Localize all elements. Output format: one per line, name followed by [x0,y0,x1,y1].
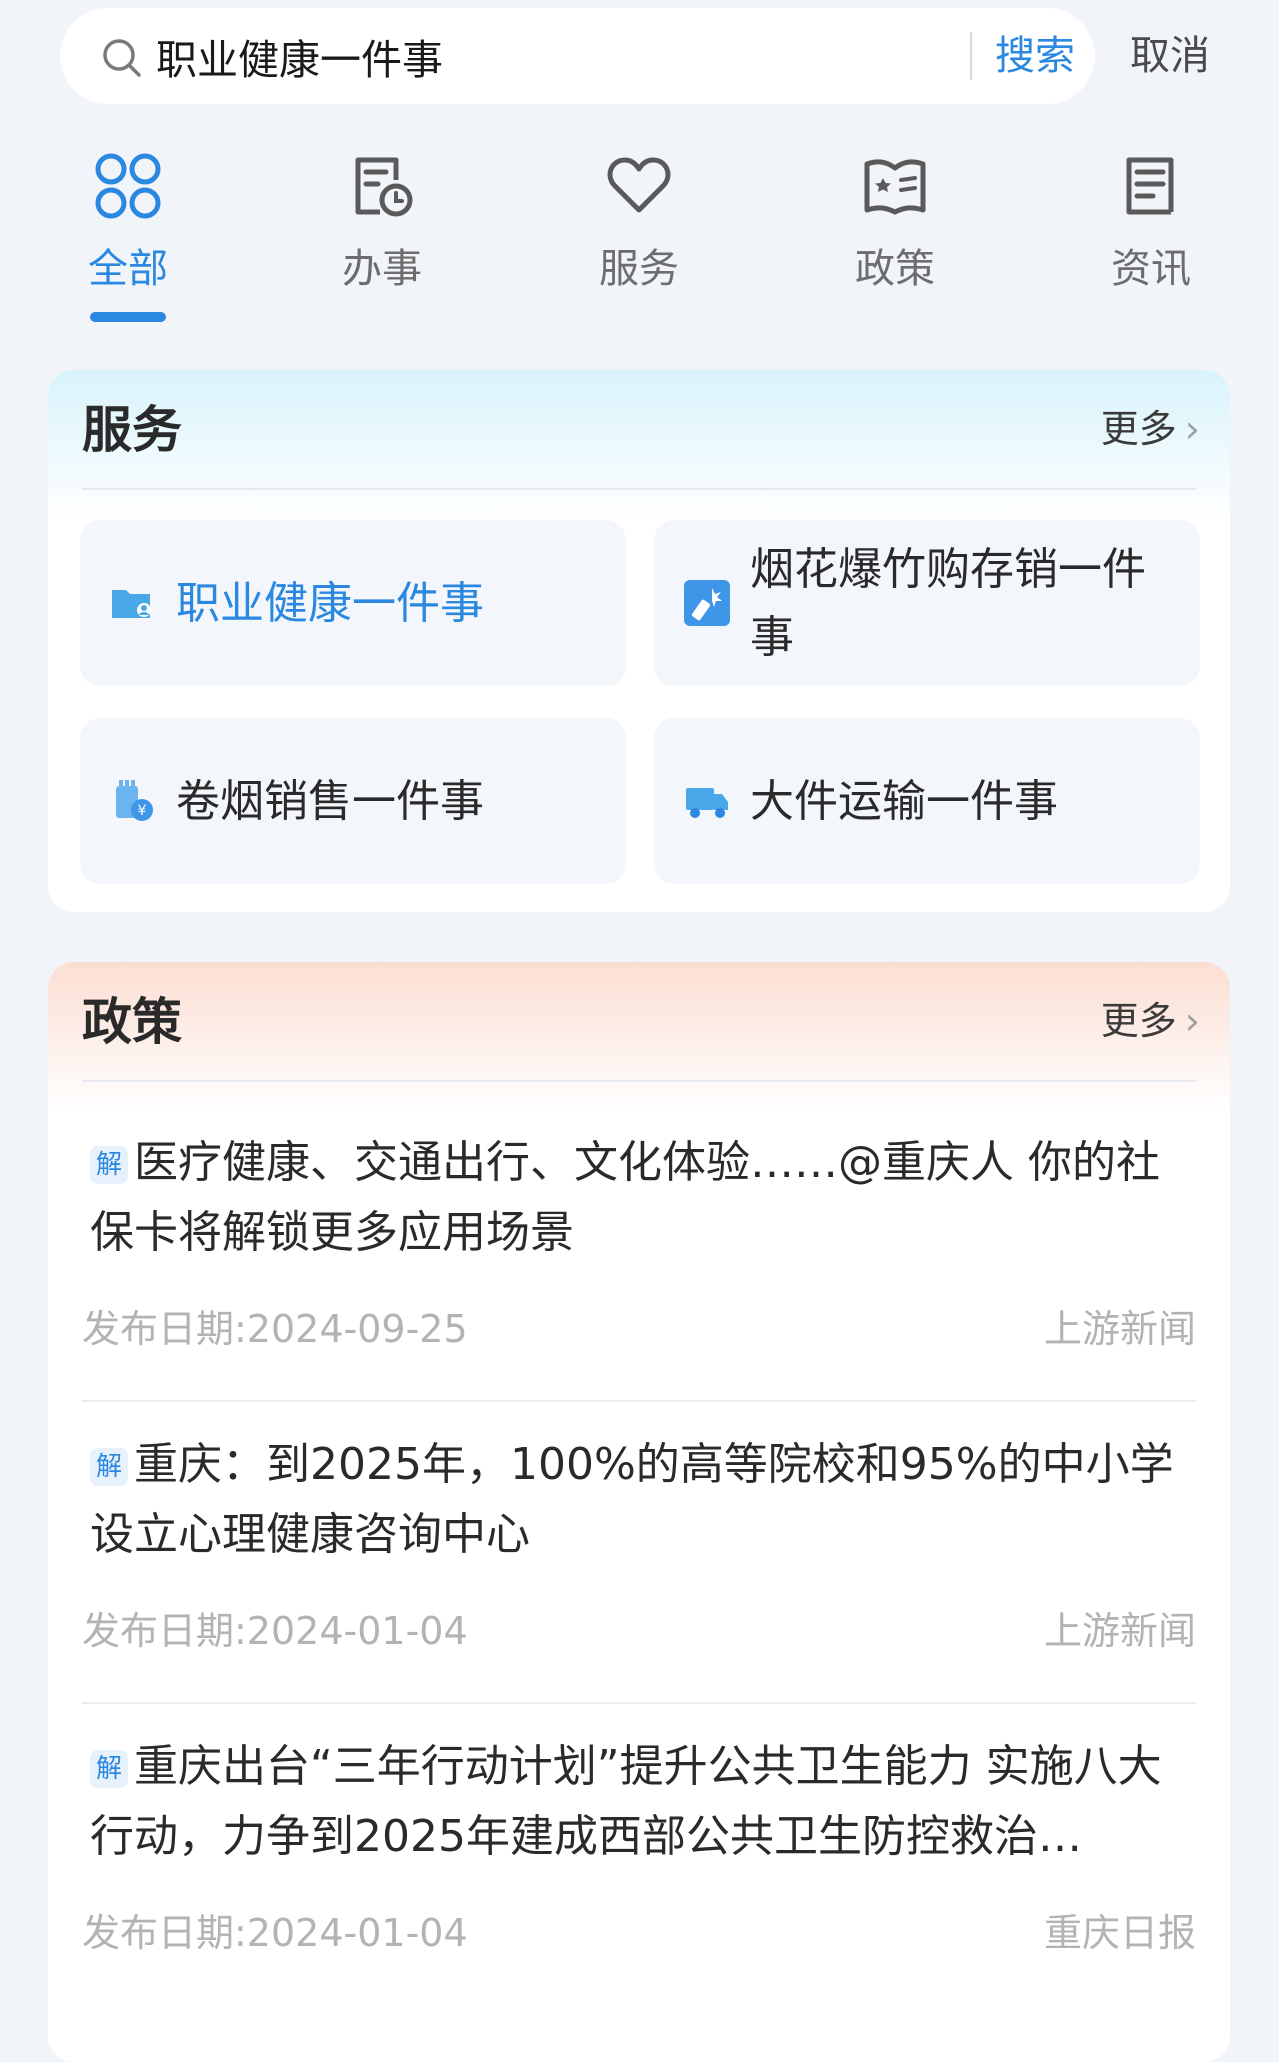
policy-more-link[interactable]: 更多 › [1101,990,1200,1045]
services-header: 服务 更多 › [48,370,1230,488]
policy-item-title: 解重庆出台“三年行动计划”提升公共卫生能力 实施八大行动，力争到2025年建成西… [90,1732,1196,1872]
interpretation-badge: 解 [90,1750,128,1788]
search-button[interactable]: 搜索 [995,26,1075,86]
document-clock-icon [355,157,413,217]
policy-item[interactable]: 解医疗健康、交通出行、文化体验……@重庆人 你的社保卡将解锁更多应用场景 发布日… [82,1128,1196,1388]
interpretation-badge: 解 [90,1448,128,1486]
tab-label: 办事 [342,246,422,292]
search-icon [103,39,141,77]
cigarette-yen-icon: ¥ [116,780,153,821]
policy-item-title-text: 医疗健康、交通出行、文化体验……@重庆人 你的社保卡将解锁更多应用场景 [90,1137,1160,1258]
tab-label: 服务 [599,246,679,292]
tab-label: 全部 [88,246,168,292]
policy-item[interactable]: 解重庆：到2025年，100%的高等院校和95%的中小学设立心理健康咨询中心 发… [82,1430,1196,1690]
grid-icon [95,153,161,219]
interpretation-badge: 解 [90,1146,128,1184]
service-tile-fireworks[interactable]: 烟花爆竹购存销一件事 [654,520,1200,686]
publish-date: 发布日期:2024-09-25 [82,1307,468,1351]
service-tile-large-transport[interactable]: 大件运输一件事 [654,718,1200,884]
search-input[interactable] [156,28,1006,84]
service-label: 烟花爆竹购存销一件事 [750,544,1146,663]
divider [82,488,1196,490]
search-divider [970,32,972,80]
tab-services[interactable]: 服务 [559,150,719,294]
firecracker-icon [684,580,730,626]
folder-person-icon [112,590,151,618]
policy-title: 政策 [82,993,182,1051]
category-tabs: 全部 办事 服务 政策 资讯 [0,150,1279,330]
tab-all[interactable]: 全部 [48,150,208,294]
policy-header: 政策 更多 › [48,962,1230,1080]
chevron-right-icon: › [1184,407,1200,451]
divider [82,1080,1196,1082]
publish-date: 发布日期:2024-01-04 [82,1609,468,1653]
tab-news[interactable]: 资讯 [1071,150,1231,294]
search-bar: 搜索 [60,8,1095,104]
policy-card: 政策 更多 › 解医疗健康、交通出行、文化体验……@重庆人 你的社保卡将解锁更多应… [48,962,1230,2062]
publish-date: 发布日期:2024-01-04 [82,1911,468,1955]
service-label: 职业健康一件事 [176,578,484,629]
service-tile-occupational-health[interactable]: 职业健康一件事 [80,520,626,686]
truck-icon [686,788,728,818]
service-label: 大件运输一件事 [750,776,1058,827]
news-source: 上游新闻 [1043,1307,1196,1351]
tab-policy[interactable]: 政策 [815,150,975,294]
cancel-button[interactable]: 取消 [1130,26,1210,86]
more-label: 更多 [1100,407,1177,451]
policy-item-title-text: 重庆：到2025年，100%的高等院校和95%的中小学设立心理健康咨询中心 [90,1439,1174,1560]
news-source: 重庆日报 [1043,1911,1196,1955]
policy-item-title: 解医疗健康、交通出行、文化体验……@重庆人 你的社保卡将解锁更多应用场景 [90,1128,1196,1268]
divider [82,1400,1196,1402]
chevron-right-icon: › [1184,999,1200,1043]
policy-item[interactable]: 解重庆出台“三年行动计划”提升公共卫生能力 实施八大行动，力争到2025年建成西… [82,1732,1196,1992]
tab-label: 资讯 [1111,246,1191,292]
tab-label: 政策 [855,246,935,292]
services-card: 服务 更多 › 职业健康一件事 烟花爆竹购存销一件事 ¥ 卷烟销售一件事 大件运… [48,370,1230,912]
divider [82,1702,1196,1704]
news-source: 上游新闻 [1043,1609,1196,1653]
news-icon [1126,157,1174,215]
heart-icon [607,157,671,213]
book-star-icon [864,159,926,215]
service-tile-cigarette-sales[interactable]: ¥ 卷烟销售一件事 [80,718,626,884]
tab-affairs[interactable]: 办事 [302,150,462,294]
active-tab-indicator [90,312,166,322]
more-label: 更多 [1100,999,1177,1043]
service-label: 卷烟销售一件事 [176,776,484,827]
svg-text:¥: ¥ [138,803,147,819]
services-title: 服务 [82,401,182,459]
policy-item-title-text: 重庆出台“三年行动计划”提升公共卫生能力 实施八大行动，力争到2025年建成西部… [90,1741,1162,1862]
policy-item-title: 解重庆：到2025年，100%的高等院校和95%的中小学设立心理健康咨询中心 [90,1430,1196,1570]
services-more-link[interactable]: 更多 › [1101,398,1200,453]
